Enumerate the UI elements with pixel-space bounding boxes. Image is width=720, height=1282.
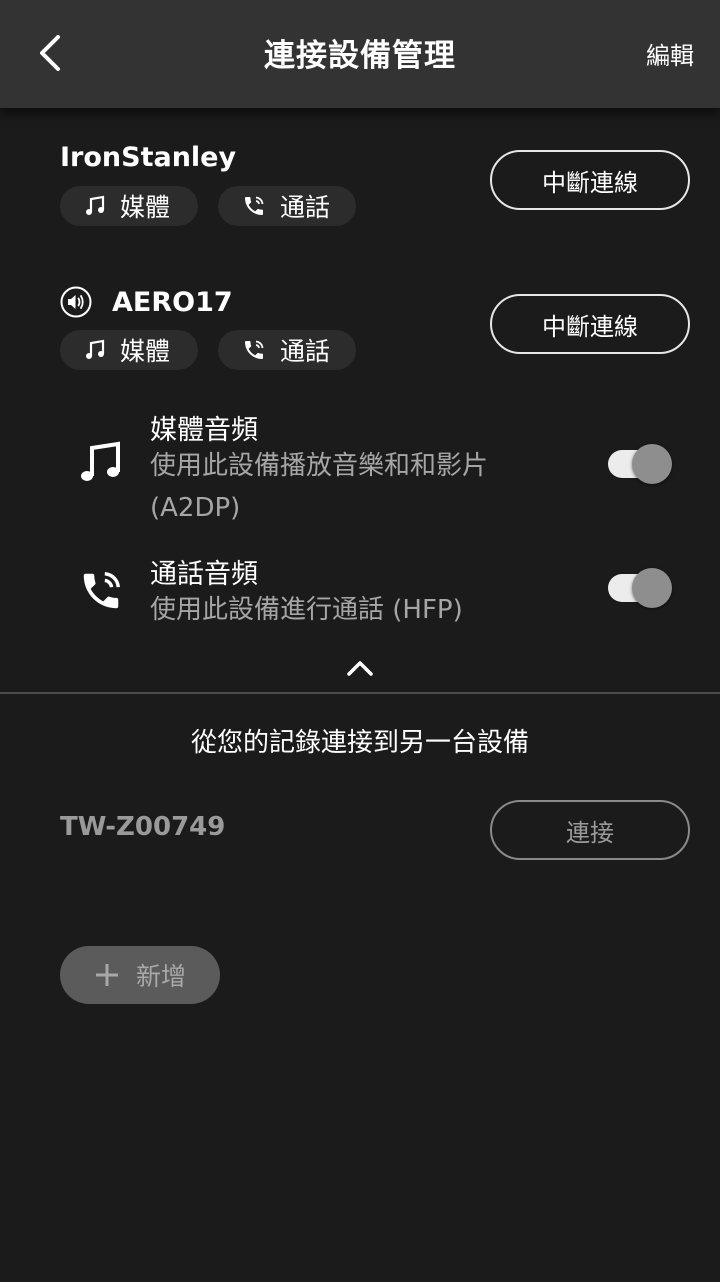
device-name: IronStanley	[60, 142, 237, 173]
section-divider	[0, 692, 720, 694]
history-section-title: 從您的記錄連接到另一台設備	[190, 728, 529, 758]
call-chip[interactable]: 通話	[218, 186, 356, 226]
call-chip-label: 通話	[280, 337, 331, 366]
music-note-icon	[86, 195, 105, 215]
phone-ringing-icon	[78, 568, 124, 614]
media-audio-title: 媒體音頻	[150, 415, 258, 446]
media-audio-toggle[interactable]	[606, 444, 674, 484]
app-header: 連接設備管理 編輯	[0, 0, 720, 108]
device-name: AERO17	[112, 286, 233, 318]
media-audio-description: 使用此設備播放音樂和和影片 (A2DP)	[150, 451, 489, 523]
add-device-button[interactable]: 新增	[60, 946, 220, 1004]
music-note-icon	[86, 339, 105, 359]
connect-button[interactable]: 連接	[490, 800, 690, 860]
call-audio-toggle[interactable]	[606, 568, 674, 608]
device-name-row: AERO17	[60, 286, 233, 318]
add-device-label: 新增	[135, 962, 186, 991]
speaker-icon	[60, 286, 92, 318]
chevron-up-icon	[347, 661, 373, 676]
media-chip-label: 媒體	[120, 193, 171, 222]
disconnect-button[interactable]: 中斷連線	[490, 150, 690, 210]
call-chip-label: 通話	[280, 193, 331, 222]
media-chip[interactable]: 媒體	[60, 330, 198, 370]
call-audio-title: 通話音頻	[150, 559, 258, 590]
collapse-button[interactable]	[344, 656, 376, 680]
media-chip-label: 媒體	[120, 337, 171, 366]
phone-icon	[245, 196, 264, 215]
media-chip[interactable]: 媒體	[60, 186, 198, 226]
disconnect-button[interactable]: 中斷連線	[490, 294, 690, 354]
plus-icon	[95, 964, 118, 986]
music-note-icon	[78, 440, 124, 486]
toggle-thumb	[632, 568, 672, 608]
edit-button[interactable]: 編輯	[646, 36, 694, 71]
call-audio-description: 使用此設備進行通話 (HFP)	[150, 595, 463, 625]
page-title: 連接設備管理	[264, 38, 456, 74]
toggle-thumb	[632, 444, 672, 484]
call-chip[interactable]: 通話	[218, 330, 356, 370]
history-device-name: TW-Z00749	[60, 812, 226, 842]
phone-icon	[245, 340, 264, 359]
